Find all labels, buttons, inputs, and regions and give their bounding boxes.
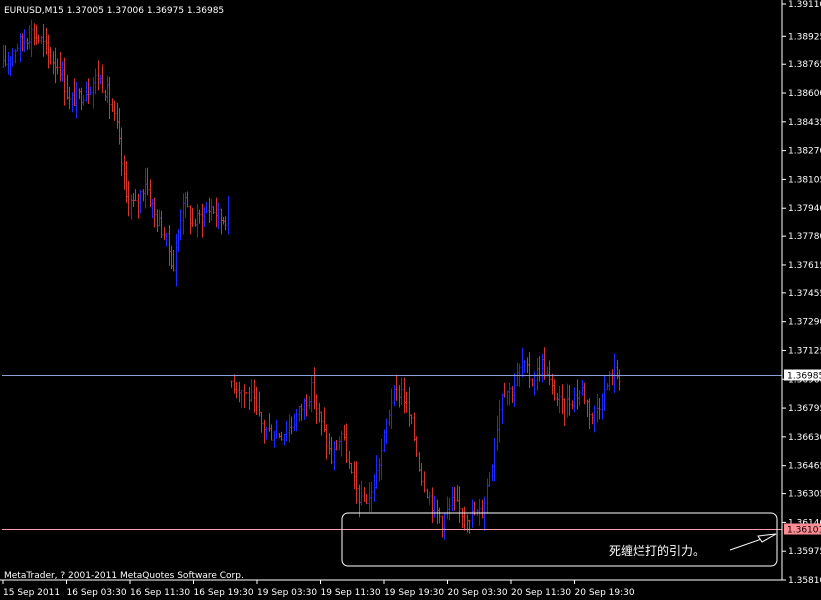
chart-background: [0, 0, 821, 600]
price-tick-label: 1.37615: [788, 261, 821, 271]
price-tick-label: 1.37780: [788, 232, 821, 242]
price-tick-label: 1.36465: [788, 462, 821, 472]
chart-title: EURUSD,M15 1.37005 1.37006 1.36975 1.369…: [4, 6, 224, 16]
time-tick-label: 19 Sep 03:30: [257, 588, 317, 598]
price-tick-label: 1.36630: [788, 433, 821, 443]
time-tick-label: 20 Sep 03:30: [448, 588, 508, 598]
price-tick-label: 1.38105: [788, 175, 821, 185]
price-tick-label: 1.36795: [788, 404, 821, 414]
price-tick-label: 1.37940: [788, 204, 821, 214]
time-tick-label: 19 Sep 19:30: [384, 588, 444, 598]
copyright-text: MetaTrader, ? 2001-2011 MetaQuotes Softw…: [4, 571, 244, 581]
price-tick-label: 1.38600: [788, 89, 821, 99]
price-tick-label: 1.39110: [788, 0, 821, 10]
time-tick-label: 15 Sep 2011: [3, 588, 60, 598]
price-tick-label: 1.38270: [788, 147, 821, 157]
time-tick-label: 19 Sep 11:30: [321, 588, 381, 598]
price-chart[interactable]: EURUSD,M15 1.37005 1.37006 1.36975 1.369…: [0, 0, 821, 600]
price-tick-label: 1.37290: [788, 318, 821, 328]
price-tick-label: 1.37125: [788, 346, 821, 356]
price-tick-label: 1.38765: [788, 60, 821, 70]
price-tick-label: 1.38925: [788, 32, 821, 42]
time-tick-label: 20 Sep 11:30: [511, 588, 571, 598]
time-tick-label: 20 Sep 19:30: [575, 588, 635, 598]
support-price-value: 1.36101: [787, 526, 821, 536]
time-tick-label: 16 Sep 03:30: [67, 588, 127, 598]
price-tick-label: 1.35975: [788, 547, 821, 557]
time-tick-label: 16 Sep 11:30: [130, 588, 190, 598]
annotation-text: 死缠烂打的引力。: [609, 543, 705, 558]
current-price-value: 1.36985: [787, 372, 821, 382]
time-tick-label: 16 Sep 19:30: [194, 588, 254, 598]
price-tick-label: 1.38435: [788, 118, 821, 128]
price-tick-label: 1.35810: [788, 576, 821, 586]
chart-window[interactable]: EURUSD,M15 1.37005 1.37006 1.36975 1.369…: [0, 0, 821, 600]
price-tick-label: 1.36305: [788, 490, 821, 500]
price-tick-label: 1.37455: [788, 289, 821, 299]
